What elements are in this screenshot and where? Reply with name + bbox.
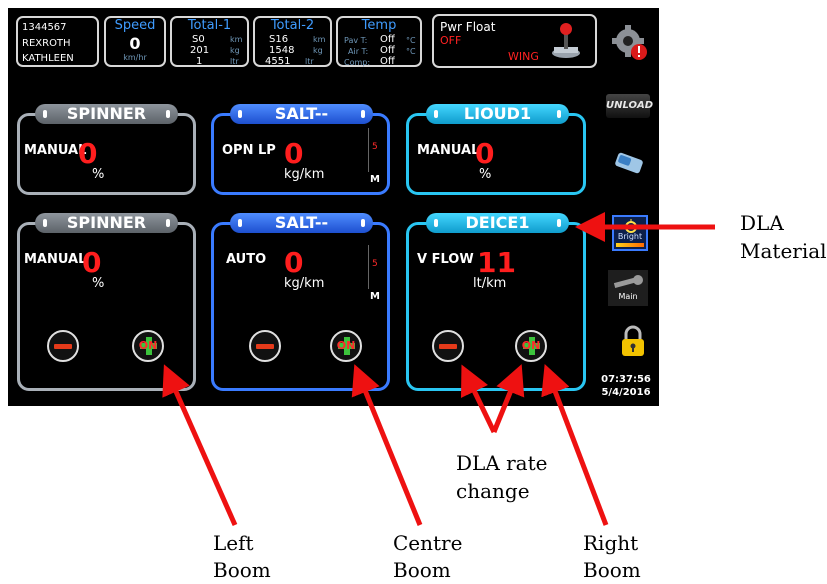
arrow-rate-minus <box>460 364 497 434</box>
label-dla-material-2: Material <box>740 239 827 263</box>
label-left-boom-2: Boom <box>213 558 271 582</box>
label-right-boom-1: Right <box>583 531 639 555</box>
arrow-rate-plus <box>491 364 525 433</box>
label-centre-boom-1: Centre <box>393 531 463 555</box>
annotation-arrows <box>162 212 715 527</box>
arrow-right-boom <box>541 363 609 526</box>
label-dla-material-1: DLA <box>740 211 784 235</box>
label-left-boom-1: Left <box>213 531 254 555</box>
label-rate-change-1: DLA rate <box>456 451 548 475</box>
label-right-boom-2: Boom <box>583 558 641 582</box>
label-centre-boom-2: Boom <box>393 558 451 582</box>
label-rate-change-2: change <box>456 479 530 503</box>
arrow-centre-boom <box>351 364 423 526</box>
arrow-left-boom <box>162 364 238 527</box>
